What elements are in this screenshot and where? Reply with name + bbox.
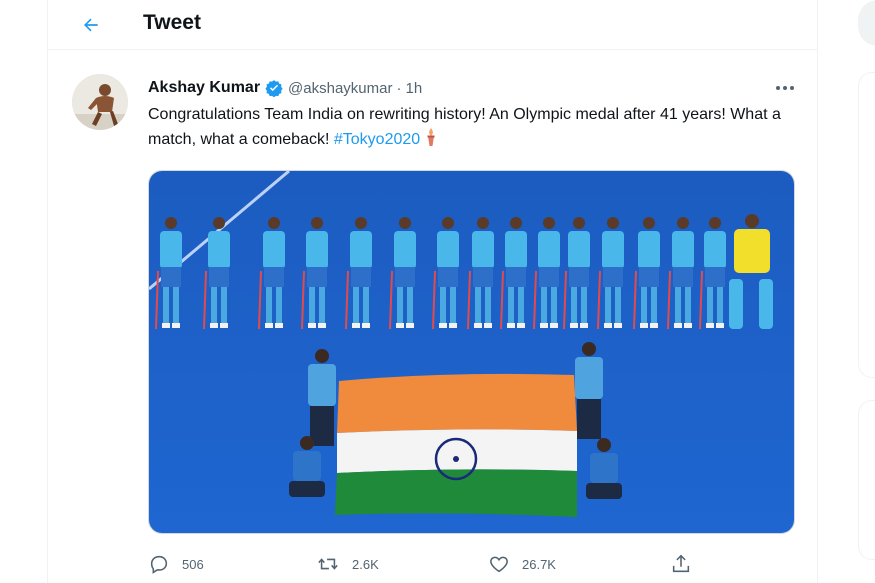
torch-icon: [427, 128, 435, 146]
left-navigation-gutter: [0, 0, 47, 583]
avatar-image: [72, 74, 128, 130]
like-count: 26.7K: [522, 556, 556, 572]
page-title: Tweet: [143, 11, 201, 34]
reply-icon: [150, 555, 168, 574]
right-sidebar: [818, 0, 875, 583]
like-button[interactable]: 26.7K: [488, 550, 556, 578]
hashtag-link[interactable]: #Tokyo2020: [334, 131, 420, 148]
team-photo-image: [149, 171, 794, 533]
retweet-button[interactable]: 2.6K: [316, 550, 379, 578]
main-column: Tweet Akshay Kumar @akshaykumar · 1h Con…: [47, 0, 818, 583]
tweet-time[interactable]: 1h: [405, 80, 422, 97]
separator-dot: ·: [396, 79, 402, 97]
author-name[interactable]: Akshay Kumar: [148, 79, 260, 97]
tweet-body-text: Congratulations Team India on rewriting …: [148, 106, 781, 148]
retweet-count: 2.6K: [352, 556, 379, 572]
tweet-media-photo[interactable]: [148, 170, 795, 534]
heart-icon: [490, 556, 508, 573]
india-flag: [335, 373, 577, 517]
author-row: Akshay Kumar @akshaykumar · 1h: [148, 78, 422, 98]
more-options-button[interactable]: [770, 76, 800, 100]
sidebar-card-fragment-2: [858, 400, 875, 560]
back-button[interactable]: [74, 8, 108, 42]
page-header: Tweet: [48, 0, 817, 50]
tweet-actions: 506 2.6K 26.7K: [148, 550, 808, 578]
reply-button[interactable]: 506: [148, 550, 204, 578]
share-button[interactable]: [670, 550, 692, 578]
retweet-icon: [318, 558, 338, 570]
author-avatar[interactable]: [72, 74, 128, 130]
search-box-fragment[interactable]: [858, 0, 875, 46]
tweet-text: Congratulations Team India on rewriting …: [148, 103, 808, 152]
share-icon: [672, 554, 690, 573]
author-handle[interactable]: @akshaykumar: [288, 80, 392, 97]
reply-count: 506: [182, 556, 204, 572]
ellipsis-icon: [776, 86, 794, 90]
arrow-left-icon: [84, 18, 98, 32]
sidebar-card-fragment: [858, 72, 875, 378]
verified-badge-icon: [265, 80, 283, 97]
